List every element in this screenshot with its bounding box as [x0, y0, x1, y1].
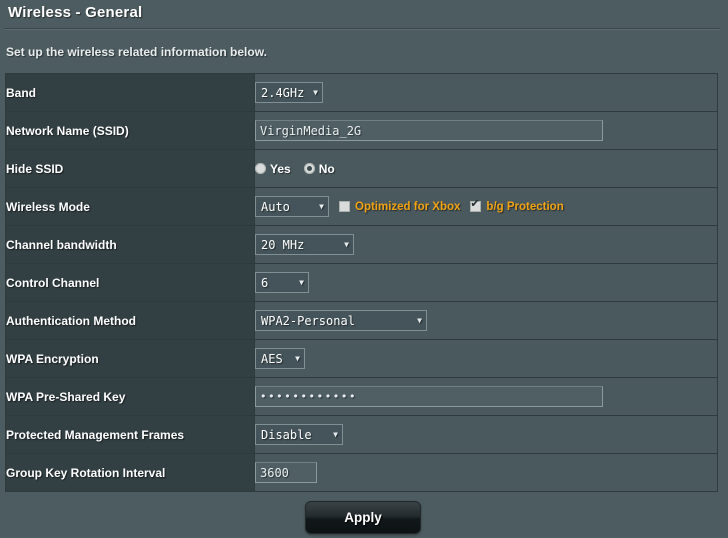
checkbox-icon-bg-protection — [470, 198, 482, 212]
hide-ssid-radio-no[interactable]: No — [303, 161, 335, 176]
value-auth-method: WPA2-Personal ▼ — [254, 301, 718, 340]
wpa-encryption-select[interactable]: AES ▼ — [255, 348, 305, 369]
hide-ssid-radio-yes[interactable]: Yes — [255, 162, 291, 176]
chevron-down-icon: ▼ — [417, 316, 422, 325]
auth-method-value: WPA2-Personal — [261, 313, 355, 328]
pmf-select[interactable]: Disable ▼ — [255, 424, 343, 445]
hide-ssid-no-label: No — [318, 161, 335, 176]
radio-icon-yes — [255, 163, 266, 174]
wireless-mode-select[interactable]: Auto ▼ — [255, 196, 329, 217]
checkbox-icon-xbox — [339, 201, 350, 212]
footer-actions: Apply — [0, 497, 728, 538]
header-divider — [4, 28, 720, 30]
label-wpa-psk: WPA Pre-Shared Key — [5, 377, 255, 416]
page-subtitle: Set up the wireless related information … — [6, 45, 267, 59]
value-control-channel: 6 ▼ — [254, 263, 718, 302]
wireless-settings-table: Band 2.4GHz ▼ Network Name (SSID) Hide S… — [5, 73, 718, 492]
label-wireless-mode: Wireless Mode — [5, 187, 255, 226]
chevron-down-icon: ▼ — [319, 202, 324, 211]
auth-method-select[interactable]: WPA2-Personal ▼ — [255, 310, 427, 331]
hide-ssid-radio-group: Yes No — [255, 162, 343, 176]
value-band: 2.4GHz ▼ — [254, 73, 718, 112]
bg-protection-label: b/g Protection — [486, 200, 564, 213]
chevron-down-icon: ▼ — [299, 278, 304, 287]
label-group-key-rotation: Group Key Rotation Interval — [5, 453, 255, 492]
table-row-wireless-mode: Wireless Mode Auto ▼ Optimized for Xbox … — [5, 187, 718, 226]
optimized-for-xbox-label: Optimized for Xbox — [355, 200, 461, 213]
bg-protection-checkbox[interactable]: b/g Protection — [470, 198, 564, 213]
value-pmf: Disable ▼ — [254, 415, 718, 454]
table-row-channel-bandwidth: Channel bandwidth 20 MHz ▼ — [5, 225, 718, 264]
chevron-down-icon: ▼ — [295, 354, 300, 363]
chevron-down-icon: ▼ — [333, 430, 338, 439]
value-hide-ssid: Yes No — [254, 149, 718, 188]
apply-button[interactable]: Apply — [305, 501, 421, 534]
optimized-for-xbox-checkbox[interactable]: Optimized for Xbox — [339, 201, 460, 213]
band-select-value: 2.4GHz — [261, 85, 305, 100]
page-title: Wireless - General — [8, 4, 143, 21]
band-select[interactable]: 2.4GHz ▼ — [255, 82, 323, 103]
label-control-channel: Control Channel — [5, 263, 255, 302]
pmf-value: Disable — [261, 427, 312, 442]
label-wpa-encryption: WPA Encryption — [5, 339, 255, 378]
table-row-ssid: Network Name (SSID) — [5, 111, 718, 150]
wpa-encryption-value: AES — [261, 351, 283, 366]
wireless-mode-value: Auto — [261, 199, 290, 214]
ssid-input[interactable] — [255, 120, 603, 141]
table-row-pmf: Protected Management Frames Disable ▼ — [5, 415, 718, 454]
page-header: Wireless - General Set up the wireless r… — [0, 0, 728, 70]
table-row-band: Band 2.4GHz ▼ — [5, 73, 718, 112]
table-row-wpa-psk: WPA Pre-Shared Key — [5, 377, 718, 416]
label-hide-ssid: Hide SSID — [5, 149, 255, 188]
chevron-down-icon: ▼ — [313, 88, 318, 97]
control-channel-select[interactable]: 6 ▼ — [255, 272, 309, 293]
radio-icon-no — [303, 163, 315, 174]
value-wpa-encryption: AES ▼ — [254, 339, 718, 378]
label-ssid: Network Name (SSID) — [5, 111, 255, 150]
channel-bandwidth-select[interactable]: 20 MHz ▼ — [255, 234, 354, 255]
value-group-key-rotation — [254, 453, 718, 492]
label-pmf: Protected Management Frames — [5, 415, 255, 454]
group-key-rotation-input[interactable] — [255, 462, 317, 483]
value-channel-bandwidth: 20 MHz ▼ — [254, 225, 718, 264]
channel-bandwidth-value: 20 MHz — [261, 237, 305, 252]
label-channel-bandwidth: Channel bandwidth — [5, 225, 255, 264]
chevron-down-icon: ▼ — [344, 240, 349, 249]
table-row-wpa-encryption: WPA Encryption AES ▼ — [5, 339, 718, 378]
table-row-hide-ssid: Hide SSID Yes No — [5, 149, 718, 188]
table-row-auth-method: Authentication Method WPA2-Personal ▼ — [5, 301, 718, 340]
table-row-group-key-rotation: Group Key Rotation Interval — [5, 453, 718, 492]
control-channel-value: 6 — [261, 275, 269, 290]
wpa-psk-input[interactable] — [255, 386, 603, 407]
hide-ssid-yes-label: Yes — [270, 161, 291, 176]
label-auth-method: Authentication Method — [5, 301, 255, 340]
value-wireless-mode: Auto ▼ Optimized for Xbox b/g Protection — [254, 187, 718, 226]
value-wpa-psk — [254, 377, 718, 416]
table-row-control-channel: Control Channel 6 ▼ — [5, 263, 718, 302]
label-band: Band — [5, 73, 255, 112]
value-ssid — [254, 111, 718, 150]
